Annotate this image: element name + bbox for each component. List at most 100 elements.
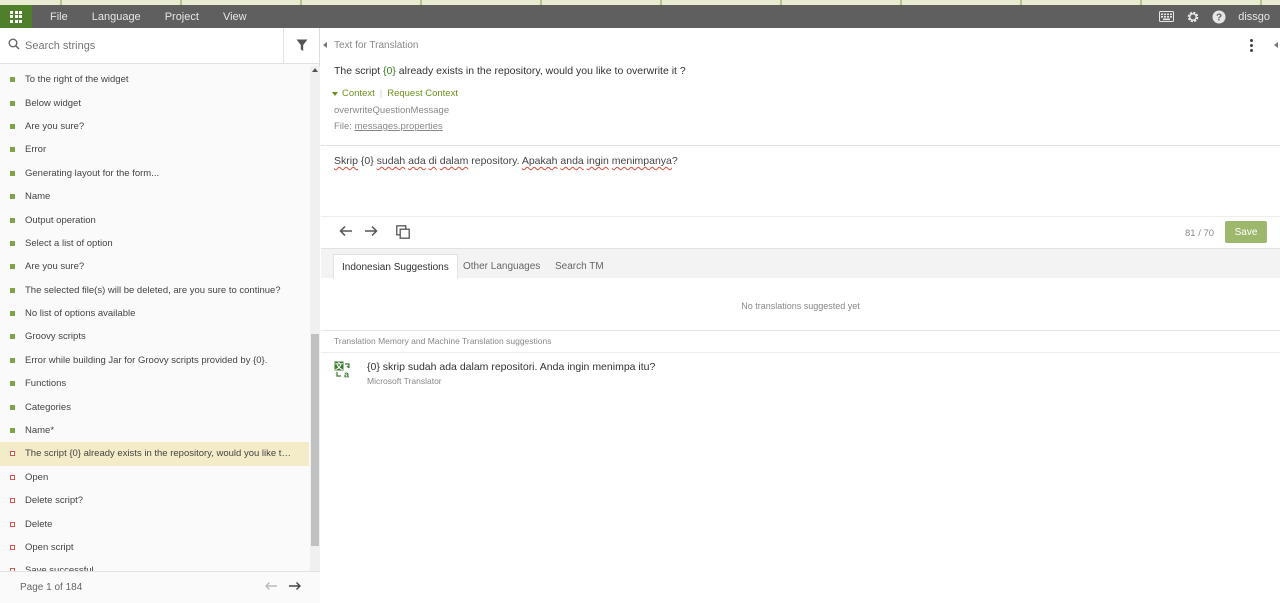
tm-section-label: Translation Memory and Machine Translati…: [334, 336, 552, 346]
divider: [321, 330, 1280, 331]
list-item-label: Categories: [25, 401, 71, 413]
more-options-icon[interactable]: [1250, 39, 1253, 52]
list-item[interactable]: Generating layout for the form...: [0, 162, 309, 185]
menu-view[interactable]: View: [213, 11, 261, 23]
tab-search-tm[interactable]: Search TM: [547, 254, 612, 279]
request-context-link[interactable]: Request Context: [387, 88, 458, 99]
help-icon[interactable]: ?: [1212, 10, 1226, 24]
list-item-label: The script {0} already exists in the rep…: [25, 448, 295, 460]
empty-suggestions-text: No translations suggested yet: [741, 301, 860, 311]
user-menu[interactable]: dissgo: [1238, 11, 1270, 23]
apps-grid-icon[interactable]: [0, 5, 32, 28]
misspelled-word: di: [428, 155, 437, 167]
next-page-arrow-icon[interactable]: [288, 581, 302, 594]
file-info: File: messages.properties: [334, 121, 443, 132]
list-item[interactable]: Delete script?: [0, 489, 309, 512]
list-item-label: Delete: [25, 518, 53, 530]
pager: Page 1 of 184: [0, 571, 320, 603]
list-item-label: Output operation: [25, 214, 96, 226]
list-item[interactable]: Open: [0, 466, 309, 489]
placeholder-token: {0}: [383, 65, 396, 77]
untranslated-status-icon: [10, 545, 15, 550]
list-item[interactable]: Open script: [0, 536, 309, 559]
previous-string-arrow-icon[interactable]: [339, 225, 353, 240]
save-button[interactable]: Save: [1225, 221, 1267, 243]
search-input[interactable]: [25, 39, 275, 52]
translated-status-icon: [10, 194, 15, 200]
svg-text:?: ?: [1216, 12, 1222, 23]
list-item[interactable]: To the right of the widget: [0, 68, 309, 91]
list-scrollbar[interactable]: [310, 66, 320, 598]
list-item[interactable]: Groovy scripts: [0, 325, 309, 348]
translation-text-part: repository.: [468, 155, 522, 167]
context-toggle[interactable]: Context: [342, 88, 375, 99]
menu-project[interactable]: Project: [155, 11, 213, 23]
file-link[interactable]: messages.properties: [355, 121, 443, 132]
list-item[interactable]: No list of options available: [0, 302, 309, 325]
list-item[interactable]: Name*: [0, 419, 309, 442]
prev-page-arrow-icon[interactable]: [264, 581, 278, 594]
string-list: To the right of the widget Below widget Ar…: [0, 68, 309, 598]
list-item-label: Functions: [25, 378, 67, 390]
untranslated-status-icon: [10, 521, 15, 527]
tab-indonesian-suggestions[interactable]: Indonesian Suggestions: [333, 254, 458, 279]
scroll-up-arrow-icon[interactable]: [312, 68, 318, 72]
gear-icon[interactable]: [1186, 10, 1200, 24]
list-item-label: Error while building Jar for Groovy scri…: [25, 354, 268, 366]
list-item-label: Select a list of option: [25, 237, 113, 249]
translated-status-icon: [10, 147, 15, 153]
list-item[interactable]: Functions: [0, 372, 309, 395]
misspelled-word: ingin: [586, 155, 609, 167]
copy-source-icon[interactable]: [396, 225, 410, 242]
misspelled-word: Skrip: [334, 155, 358, 167]
suggestion-tabs: Indonesian Suggestions Other Languages S…: [321, 248, 1280, 279]
translated-status-icon: [10, 311, 15, 317]
translated-status-icon: [10, 264, 15, 270]
list-item[interactable]: Name: [0, 185, 309, 208]
tab-other-languages[interactable]: Other Languages: [455, 254, 548, 279]
misspelled-word: menimpanya: [611, 155, 672, 167]
misspelled-word: dalam: [439, 155, 469, 167]
list-item-label: Name*: [25, 425, 55, 437]
misspelled-word: ada: [408, 155, 426, 167]
translation-input[interactable]: Skrip {0} sudah ada di dalam repository.…: [334, 155, 678, 167]
search-bar: [0, 27, 319, 64]
file-prefix: File:: [334, 121, 355, 132]
char-counter: 81 / 70: [1185, 228, 1215, 239]
list-item[interactable]: Categories: [0, 395, 309, 418]
translated-status-icon: [10, 357, 15, 363]
list-item[interactable]: Select a list of option: [0, 232, 309, 255]
list-item[interactable]: Error: [0, 138, 309, 161]
list-item-label: To the right of the widget: [25, 74, 129, 86]
list-item-label: Error: [25, 144, 47, 156]
list-item-label: Groovy scripts: [25, 331, 86, 343]
list-item[interactable]: Are you sure?: [0, 255, 309, 278]
list-item[interactable]: Are you sure?: [0, 115, 309, 138]
list-item[interactable]: Below widget: [0, 91, 309, 114]
source-text-part: already exists in the repository, would …: [395, 65, 686, 77]
caret-down-icon[interactable]: [332, 91, 338, 96]
editor-panel: Text for Translation The script {0} alre…: [321, 28, 1280, 603]
translated-status-icon: [10, 240, 15, 246]
list-item-label: Open script: [25, 542, 74, 553]
menu-file[interactable]: File: [40, 11, 82, 23]
menu-language[interactable]: Language: [82, 11, 155, 23]
keyboard-icon[interactable]: [1159, 11, 1175, 22]
next-string-arrow-icon[interactable]: [364, 225, 378, 240]
menubar: File Language Project View ? dissgo: [0, 5, 1280, 28]
translation-text-part: {0}: [357, 155, 377, 167]
list-item[interactable]: Output operation: [0, 208, 309, 231]
filter-icon[interactable]: [283, 27, 319, 64]
mt-source: Microsoft Translator: [367, 376, 442, 386]
mt-suggestion[interactable]: 文a {0} skrip sudah ada dalam repositori.…: [334, 361, 655, 386]
scroll-thumb[interactable]: [311, 334, 319, 546]
list-item[interactable]: The selected file(s) will be deleted, ar…: [0, 279, 309, 302]
list-item[interactable]: The script {0} already exists in the rep…: [0, 442, 309, 466]
string-key: overwriteQuestionMessage: [334, 105, 450, 116]
list-item[interactable]: Error while building Jar for Groovy scri…: [0, 349, 309, 372]
untranslated-status-icon: [10, 498, 15, 504]
source-label: Text for Translation: [334, 40, 419, 51]
divider: [321, 352, 1280, 353]
context-separator: |: [379, 88, 383, 99]
list-item[interactable]: Delete: [0, 512, 309, 535]
